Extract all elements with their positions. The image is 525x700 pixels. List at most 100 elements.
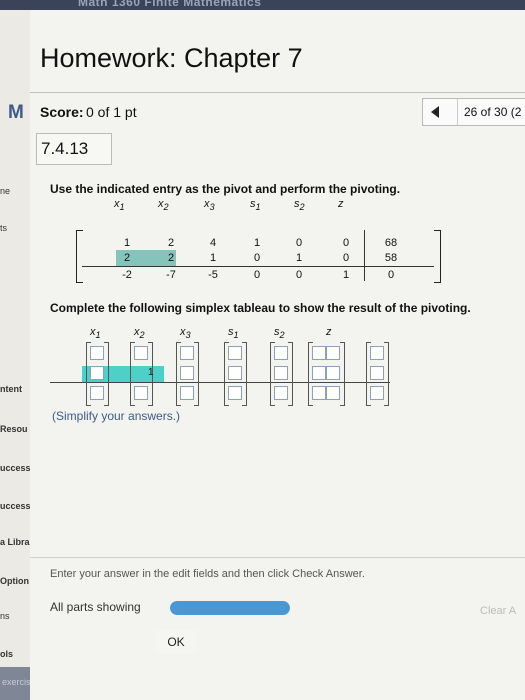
- left-item-tools[interactable]: ols: [0, 649, 13, 659]
- answer-input-box[interactable]: [312, 346, 326, 360]
- column-header-s2: s2: [294, 198, 305, 213]
- answer-bracket-right: [384, 342, 389, 406]
- answer-input-box[interactable]: [274, 346, 288, 360]
- answer-input-box[interactable]: [326, 366, 340, 380]
- tableau-cell: 0: [387, 269, 395, 281]
- parts-progress-bar: [170, 601, 290, 615]
- answer-column-header-s1: s1: [228, 326, 239, 341]
- tableau-cell: 0: [295, 269, 303, 281]
- tableau-cell: 2: [123, 252, 131, 264]
- answer-input-box[interactable]: [180, 386, 194, 400]
- answer-column-header-s2: s2: [274, 326, 285, 341]
- tableau-cell: 0: [342, 237, 350, 249]
- pivot-instruction: Use the indicated entry as the pivot and…: [50, 182, 401, 196]
- answer-input-box[interactable]: [370, 386, 384, 400]
- answer-bracket-right: [104, 342, 109, 406]
- question-id-box: 7.4.13: [36, 133, 112, 165]
- parts-showing-label: All parts showing: [50, 600, 141, 614]
- column-header-s1: s1: [250, 198, 261, 213]
- footer-divider: [30, 557, 525, 558]
- left-item-success-1[interactable]: uccess: [0, 463, 31, 473]
- tableau-left-bracket: [76, 230, 83, 283]
- answer-bracket-right: [288, 342, 293, 406]
- main-panel: Homework: Chapter 7 M Score: 0 of 1 pt 2…: [8, 10, 525, 700]
- left-item-8[interactable]: ns: [0, 611, 10, 621]
- answer-column-header-x2: x2: [134, 326, 145, 341]
- answer-input-box[interactable]: [90, 386, 104, 400]
- app-title: Math 1360 Finite Mathematics: [78, 0, 262, 9]
- tableau-cell: -7: [166, 269, 176, 281]
- answer-input-box[interactable]: [274, 366, 288, 380]
- parts-progress-fill: [170, 601, 290, 615]
- answer-input-box[interactable]: [90, 346, 104, 360]
- question-counter[interactable]: 26 of 30 (2: [464, 105, 521, 119]
- left-item-resources[interactable]: Resou: [0, 424, 28, 434]
- title-divider: [30, 92, 525, 93]
- column-header-x1: x1: [114, 198, 125, 213]
- tableau-cell: 1: [253, 237, 261, 249]
- tableau-cell: 1: [342, 269, 350, 281]
- ok-button[interactable]: OK: [156, 630, 196, 654]
- footer-instruction: Enter your answer in the edit fields and…: [50, 568, 365, 580]
- question-id: 7.4.13: [41, 139, 89, 158]
- left-item-success-2[interactable]: uccess: [0, 501, 31, 511]
- tableau-cell: 68: [384, 237, 398, 249]
- answer-input-box[interactable]: [326, 386, 340, 400]
- left-item-library[interactable]: a Libra: [0, 537, 30, 547]
- tableau-cell: 0: [253, 252, 261, 264]
- tableau-cell: -2: [122, 269, 132, 281]
- answer-column-header-x3: x3: [180, 326, 191, 341]
- score-value: 0 of 1 pt: [86, 104, 137, 120]
- answer-input-box[interactable]: [134, 346, 148, 360]
- answer-input-box[interactable]: [228, 346, 242, 360]
- tableau-cell: 0: [342, 252, 350, 264]
- tableau-cell: 1: [209, 252, 217, 264]
- column-header-x3: x3: [204, 198, 215, 213]
- column-header-z: z: [338, 198, 344, 210]
- left-item-1[interactable]: ne: [0, 186, 10, 196]
- answer-input-box[interactable]: [312, 386, 326, 400]
- tableau-cell: 2: [167, 237, 175, 249]
- page-title: Homework: Chapter 7: [40, 43, 303, 73]
- answer-instruction: Complete the following simplex tableau t…: [50, 301, 471, 315]
- answer-input-box[interactable]: [312, 366, 326, 380]
- tableau-cell: 2: [167, 252, 175, 264]
- score-label: Score:: [40, 104, 84, 120]
- tableau-cell: 58: [384, 252, 398, 264]
- tableau-cell: 4: [209, 237, 217, 249]
- nav-divider: [457, 99, 458, 125]
- question-navigator: 26 of 30 (2: [422, 98, 525, 126]
- left-item-2[interactable]: ts: [0, 223, 7, 233]
- tableau-cell: 0: [253, 269, 261, 281]
- answer-bracket-right: [340, 342, 345, 406]
- tableau-objective-line: [82, 266, 434, 267]
- answer-input-box[interactable]: [274, 386, 288, 400]
- tableau-cell: 1: [295, 252, 303, 264]
- prev-question-icon[interactable]: [431, 106, 439, 118]
- left-item-content[interactable]: ntent: [0, 384, 22, 394]
- answer-input-box[interactable]: [326, 346, 340, 360]
- answer-objective-line: [50, 382, 390, 383]
- score-badge: M: [8, 102, 24, 123]
- tableau-right-bracket: [434, 230, 441, 283]
- answer-input-box[interactable]: [90, 366, 104, 380]
- tableau-cell: 0: [295, 237, 303, 249]
- answer-input-box[interactable]: [180, 346, 194, 360]
- tableau-cell: 1: [123, 237, 131, 249]
- simplify-note: (Simplify your answers.): [52, 409, 181, 423]
- answer-input-box[interactable]: [370, 366, 384, 380]
- tableau-cell: -5: [208, 269, 218, 281]
- top-strip: Math 1360 Finite Mathematics: [0, 0, 525, 10]
- answer-input-box[interactable]: [180, 366, 194, 380]
- answer-bracket-right: [194, 342, 199, 406]
- answer-column-header-z: z: [326, 326, 332, 338]
- answer-input-box[interactable]: [228, 366, 242, 380]
- tableau-rhs-line: [364, 230, 365, 281]
- answer-input-box[interactable]: [134, 386, 148, 400]
- left-item-options[interactable]: Option: [0, 576, 29, 586]
- answer-given-entry: 1: [148, 367, 154, 378]
- clear-all-button[interactable]: Clear A: [480, 605, 516, 617]
- answer-input-box[interactable]: [370, 346, 384, 360]
- answer-input-box[interactable]: [228, 386, 242, 400]
- answer-bracket-right: [242, 342, 247, 406]
